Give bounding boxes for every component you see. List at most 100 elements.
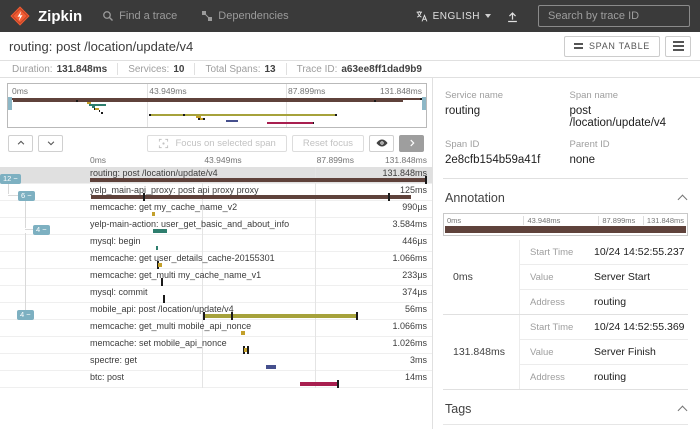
minimap-tick: 43.949ms: [149, 86, 186, 96]
minimap-tick: 87.899ms: [288, 86, 325, 96]
annotation-tick: 0ms: [444, 216, 523, 225]
span-fields: Service name routing Span name post /loc…: [443, 88, 688, 179]
span-row[interactable]: memcache: get my_cache_name_v2990µs: [0, 201, 432, 218]
span-bar: [153, 229, 167, 233]
field-service-name: Service name routing: [445, 90, 564, 129]
span-waterfall: 0ms 43.949ms 87.899ms 131.848ms 12 −rout…: [0, 154, 432, 388]
span-bar-track: [90, 380, 427, 388]
span-row[interactable]: 6 −yelp_main-api_proxy: post api proxy p…: [0, 184, 432, 201]
span-bar-track: [90, 227, 427, 235]
tree-connector: [25, 233, 26, 313]
span-bar: [388, 193, 390, 201]
span-bar-track: [90, 261, 427, 269]
collapse-panel-button[interactable]: [399, 135, 424, 152]
trace-summary-bar: Duration: 131.848ms Services: 10 Total S…: [0, 61, 700, 78]
trace-timeline-panel: 0ms 43.949ms 87.899ms 131.848ms Focus on…: [0, 78, 432, 429]
collapse-badge[interactable]: 12 −: [0, 174, 21, 184]
span-row[interactable]: mysql: commit374µs: [0, 286, 432, 303]
span-bar-track: [90, 244, 427, 252]
chevron-down-icon: [485, 14, 491, 18]
span-row[interactable]: mysql: begin446µs: [0, 235, 432, 252]
annotation-tick: 87.899ms: [598, 216, 643, 225]
span-rows: 12 −routing: post /location/update/v4131…: [0, 167, 432, 388]
annotation-entry: 131.848ms Start Time10/24 14:52:55.369 V…: [443, 315, 688, 390]
annotation-timeline: 0ms 43.948ms 87.899ms 131.848ms: [443, 213, 688, 236]
minimap-bar: [267, 122, 312, 124]
span-bar-track: [90, 312, 427, 320]
list-icon: [574, 43, 583, 49]
span-row[interactable]: memcache: get_multi mobile_api_nonce1.06…: [0, 320, 432, 337]
span-bar: [203, 314, 357, 318]
collapse-badge[interactable]: 4 −: [33, 225, 50, 235]
chevron-down-icon: [46, 138, 56, 148]
span-bar-track: [90, 210, 427, 218]
graph-icon: [201, 10, 213, 22]
span-bar: [356, 312, 358, 320]
hamburger-icon: [673, 41, 684, 51]
span-bar: [143, 193, 145, 201]
field-span-id: Span ID 2e8cfb154b59a41f: [445, 139, 564, 166]
collapse-annotation-icon[interactable]: [678, 195, 688, 205]
span-bar: [300, 382, 337, 386]
eye-icon: [375, 137, 389, 149]
collapse-all-button[interactable]: [8, 135, 33, 152]
focus-on-selected-span-button[interactable]: Focus on selected span: [147, 135, 286, 152]
span-bar-track: [90, 329, 427, 337]
field-parent-id: Parent ID none: [570, 139, 689, 166]
minimap-bar: [313, 122, 315, 124]
minimap-right-handle[interactable]: [422, 97, 426, 110]
span-bar: [91, 195, 411, 199]
span-bar: [425, 176, 427, 184]
trace-minimap[interactable]: 0ms 43.949ms 87.899ms 131.848ms: [7, 83, 427, 128]
span-table-button[interactable]: SPAN TABLE: [564, 36, 660, 57]
title-bar: routing: post /location/update/v4 SPAN T…: [0, 32, 700, 61]
nav-dependencies[interactable]: Dependencies: [201, 10, 288, 22]
span-row[interactable]: memcache: get_multi my_cache_name_v1233µ…: [0, 269, 432, 286]
summary-total-spans: Total Spans: 13: [195, 63, 286, 75]
nav-find-a-trace[interactable]: Find a trace: [102, 10, 177, 22]
upload-trace-button[interactable]: [505, 9, 520, 24]
span-row[interactable]: spectre: get3ms: [0, 354, 432, 371]
visibility-button[interactable]: [369, 135, 394, 152]
span-bar: [158, 263, 161, 267]
expand-all-button[interactable]: [38, 135, 63, 152]
annotation-section-header: Annotation: [445, 191, 686, 205]
search-input[interactable]: [538, 5, 690, 27]
collapse-badge[interactable]: 4 −: [17, 310, 34, 320]
brand-name: Zipkin: [38, 8, 82, 25]
span-detail-panel: Service name routing Span name post /loc…: [432, 78, 700, 429]
timeline-tick: 0ms: [90, 155, 106, 165]
search-icon: [102, 10, 114, 22]
tags-table: ecosystemprod habitatuswest1aprod http.u…: [443, 424, 688, 429]
reset-focus-button[interactable]: Reset focus: [292, 135, 364, 152]
span-bar: [203, 312, 205, 320]
span-bar-track: [90, 295, 427, 303]
span-row[interactable]: 4 −yelp-main-action: user_get_basic_and_…: [0, 218, 432, 235]
tags-section-header: Tags: [445, 402, 686, 416]
span-row[interactable]: btc: post14ms: [0, 371, 432, 388]
span-bar-track: [90, 193, 427, 201]
trace-menu-button[interactable]: [665, 36, 691, 57]
timeline-tick: 43.949ms: [204, 155, 241, 165]
collapse-badge[interactable]: 6 −: [18, 191, 35, 201]
tree-connector: [25, 199, 26, 228]
minimap-left-handle[interactable]: [8, 97, 12, 110]
span-row[interactable]: memcache: set mobile_api_nonce1.026ms: [0, 337, 432, 354]
field-span-name: Span name post /location/update/v4: [570, 90, 689, 129]
collapse-tags-icon[interactable]: [678, 406, 688, 416]
upload-icon: [505, 9, 520, 24]
annotation-tick: 131.848ms: [643, 216, 687, 225]
chevron-right-icon: [407, 138, 417, 148]
zipkin-logo-icon: [10, 6, 30, 26]
timeline-header: 0ms 43.949ms 87.899ms 131.848ms: [0, 154, 432, 167]
span-row[interactable]: memcache: get user_details_cache-2015530…: [0, 252, 432, 269]
span-row[interactable]: 12 −routing: post /location/update/v4131…: [0, 167, 432, 184]
top-navbar: Zipkin Find a trace Dependencies ENGLISH: [0, 0, 700, 32]
minimap-row: [12, 122, 422, 124]
tag-row: ecosystemprod: [443, 425, 688, 429]
annotation-entry: 0ms Start Time10/24 14:52:55.237 ValueSe…: [443, 240, 688, 315]
span-row[interactable]: 4 −mobile_api: post /location/update/v45…: [0, 303, 432, 320]
language-selector[interactable]: ENGLISH: [415, 10, 491, 23]
annotation-tick: 43.948ms: [523, 216, 598, 225]
span-bar: [266, 365, 276, 369]
